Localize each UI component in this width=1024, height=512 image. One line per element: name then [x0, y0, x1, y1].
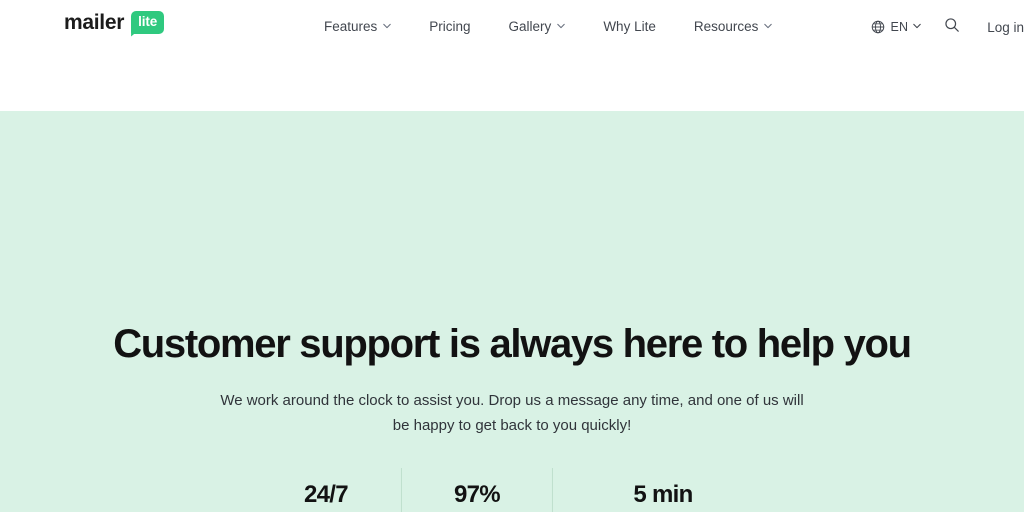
header-utilities: EN Log in — [865, 0, 1024, 54]
stat-availability: 24/7 always available — [251, 468, 401, 512]
stat-value: 5 min — [633, 481, 693, 508]
search-button[interactable] — [935, 10, 969, 44]
logo-mailerlite[interactable]: mailer lite — [64, 10, 165, 34]
primary-navigation: Features Pricing Gallery Why Lite Resour… — [305, 0, 791, 54]
logo-lite-badge: lite — [131, 11, 165, 34]
chevron-down-icon — [913, 22, 921, 30]
stats-row: 24/7 always available 97% satisfaction r… — [251, 468, 773, 512]
nav-item-label: Gallery — [508, 19, 552, 34]
search-icon — [944, 17, 960, 38]
hero-subtitle: We work around the clock to assist you. … — [220, 392, 804, 434]
chevron-down-icon — [764, 22, 773, 30]
nav-item-gallery[interactable]: Gallery — [490, 0, 585, 54]
chevron-down-icon — [557, 22, 566, 30]
nav-item-why-lite[interactable]: Why Lite — [584, 0, 675, 54]
stat-value: 24/7 — [303, 481, 349, 508]
page-root: mailer lite Features Pricing Gallery Why… — [0, 0, 1024, 512]
nav-item-label: Pricing — [429, 19, 471, 34]
nav-item-label: Why Lite — [603, 19, 656, 34]
login-link[interactable]: Log in — [987, 20, 1024, 35]
language-code: EN — [890, 20, 909, 34]
stat-response-time: 5 min avg. response time on live chat — [553, 468, 773, 512]
logo-wordmark: mailer — [64, 10, 125, 34]
stat-value: 97% — [453, 481, 501, 508]
nav-item-features[interactable]: Features — [305, 0, 410, 54]
nav-item-label: Features — [324, 19, 378, 34]
globe-icon — [871, 20, 885, 34]
nav-item-label: Resources — [693, 19, 759, 34]
page-title: Customer support is always here to help … — [113, 322, 912, 366]
language-selector[interactable]: EN — [865, 20, 927, 34]
stat-satisfaction: 97% satisfaction rate — [402, 468, 552, 512]
chevron-down-icon — [383, 22, 392, 30]
nav-item-resources[interactable]: Resources — [675, 0, 792, 54]
header-inner: mailer lite Features Pricing Gallery Why… — [0, 0, 1024, 54]
nav-item-pricing[interactable]: Pricing — [410, 0, 489, 54]
site-header: mailer lite Features Pricing Gallery Why… — [0, 0, 1024, 111]
hero-section: Customer support is always here to help … — [0, 111, 1024, 512]
